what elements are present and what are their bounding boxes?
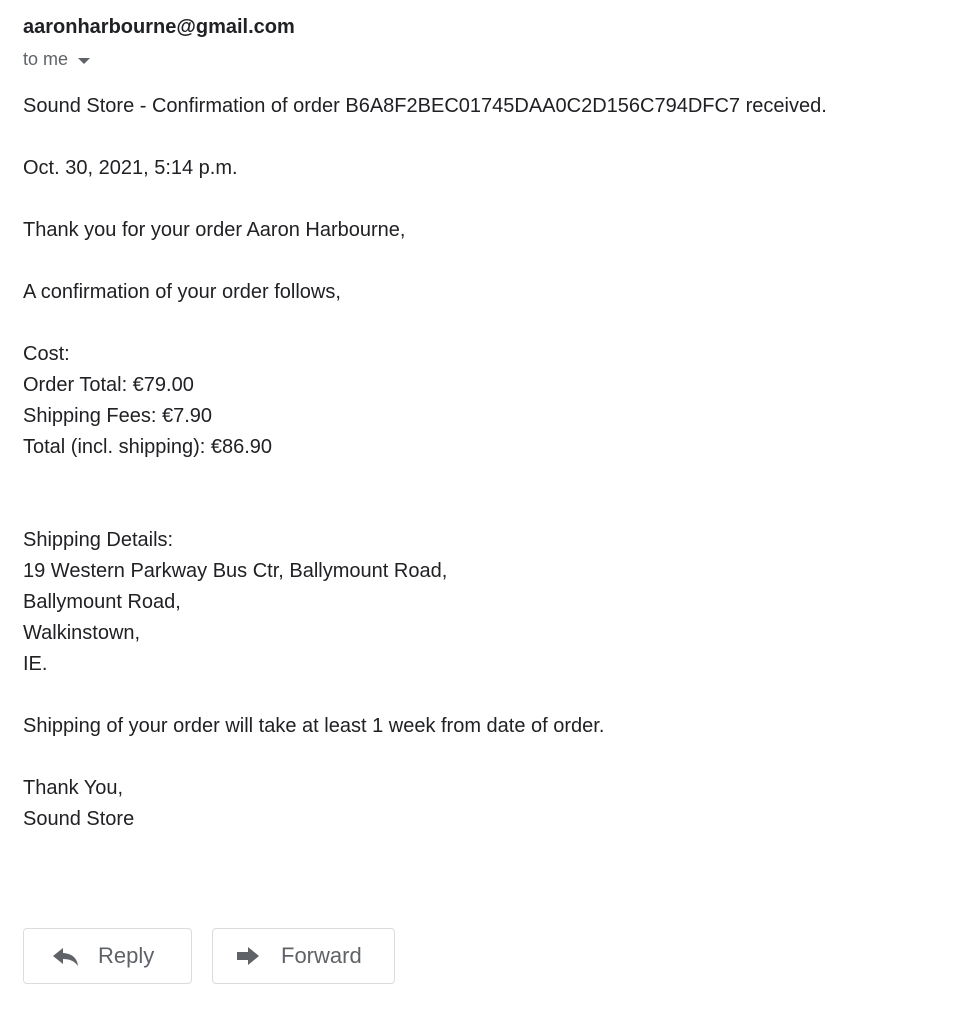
address-line: Ballymount Road,	[23, 591, 181, 613]
forward-icon	[235, 945, 265, 967]
recipient-label: to me	[23, 49, 69, 69]
shipping-heading: Shipping Details:	[23, 529, 174, 551]
shipping-note: Shipping of your order will take at leas…	[23, 715, 605, 737]
order-total: Order Total: €79.00	[23, 374, 194, 396]
reply-button[interactable]: Reply	[23, 928, 192, 984]
caret-down-icon	[78, 57, 91, 64]
cost-heading: Cost:	[23, 343, 70, 365]
address-line: Walkinstown,	[23, 622, 141, 644]
recipient-details-toggle[interactable]: to me	[23, 49, 91, 70]
signoff: Thank You,	[23, 777, 124, 799]
reply-icon	[52, 945, 82, 967]
order-subject-line: Sound Store - Confirmation of order B6A8…	[23, 95, 827, 117]
address-line: IE.	[23, 653, 48, 675]
order-date: Oct. 30, 2021, 5:14 p.m.	[23, 157, 238, 179]
shipping-fees: Shipping Fees: €7.90	[23, 405, 213, 427]
address-line: 19 Western Parkway Bus Ctr, Ballymount R…	[23, 560, 448, 582]
reply-label: Reply	[98, 943, 155, 968]
signature: Sound Store	[23, 808, 135, 830]
grand-total: Total (incl. shipping): €86.90	[23, 436, 273, 458]
sender-address: aaronharbourne@gmail.com	[23, 16, 295, 38]
forward-label: Forward	[281, 943, 362, 968]
greeting: Thank you for your order Aaron Harbourne…	[23, 219, 406, 241]
intro-line: A confirmation of your order follows,	[23, 281, 341, 303]
forward-button[interactable]: Forward	[212, 928, 395, 984]
